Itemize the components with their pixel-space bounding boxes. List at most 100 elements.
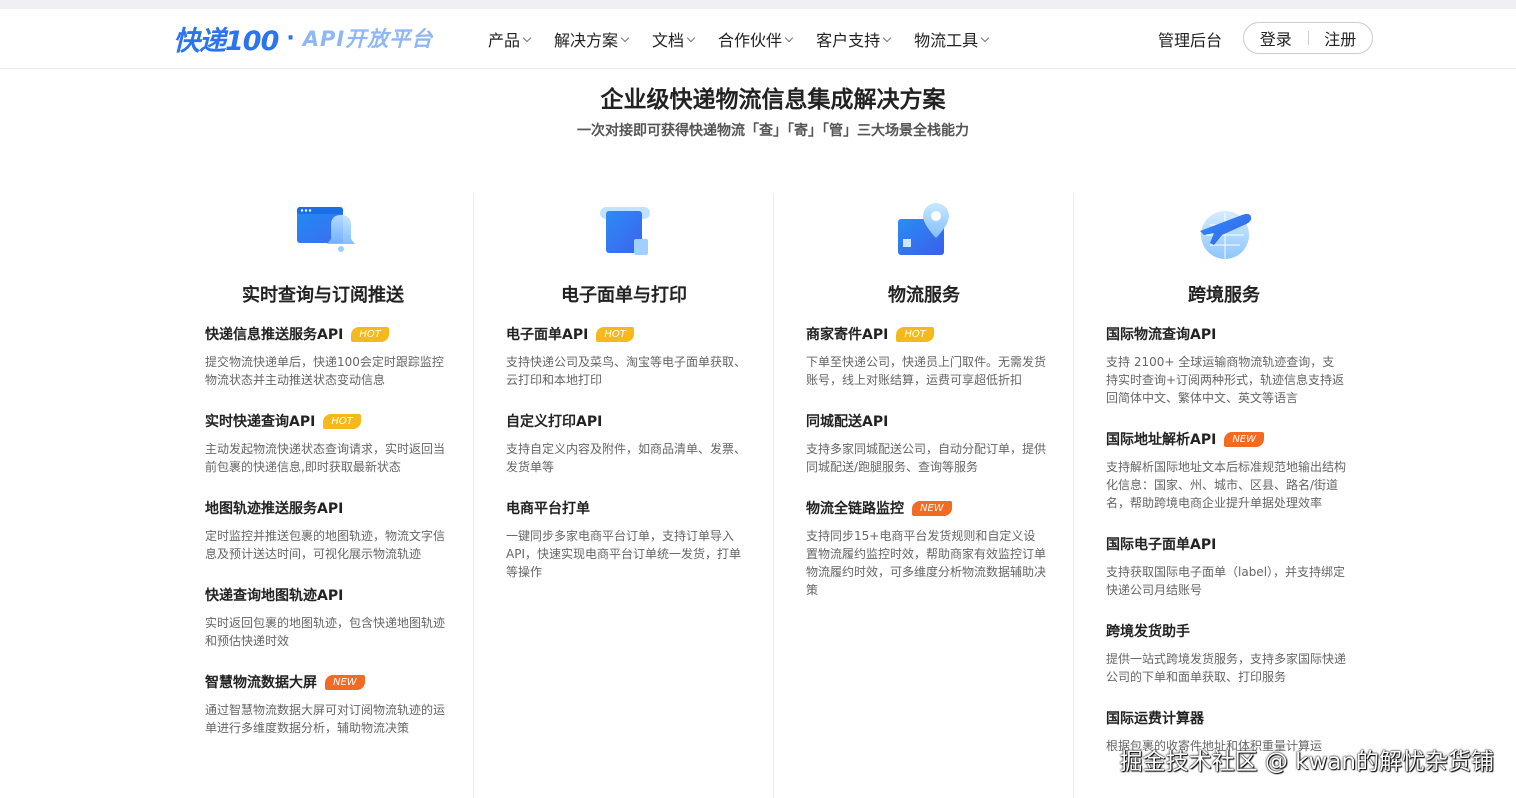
- nav-item-solutions[interactable]: 解决方案: [554, 27, 630, 51]
- hot-badge: HOT: [323, 413, 361, 429]
- item-title[interactable]: 国际物流查询API: [1106, 324, 1216, 344]
- column-title: 跨境服务: [1188, 285, 1260, 306]
- item-desc: 定时监控并推送包裹的地图轨迹，物流文字信息及预计送达时间，可视化展示物流轨迹: [205, 529, 446, 561]
- register-button[interactable]: 注册: [1309, 26, 1373, 50]
- nav-item-docs[interactable]: 文档: [652, 27, 696, 51]
- item-desc: 支持获取国际电子面单（label），并支持绑定快递公司月结账号: [1106, 565, 1346, 597]
- item-desc: 一键同步多家电商平台订单，支持订单导入API，快速实现电商平台订单统一发货，打单…: [506, 529, 741, 579]
- watermark: 掘金技术社区 @ kwan的解忧杂货铺: [1119, 749, 1494, 775]
- logo-sub-text: API开放平台: [302, 27, 434, 51]
- nav-label: 文档: [652, 31, 685, 50]
- list-item[interactable]: 物流全链路监控 NEW 支持同步15+电商平台发货规则和自定义设置物流履约监控时效…: [806, 499, 1046, 599]
- item-title[interactable]: 国际地址解析API: [1106, 429, 1216, 449]
- chevron-down-icon: [784, 33, 794, 42]
- item-desc: 提供一站式跨境发货服务，支持多家国际快递公司的下单和面单获取、打印服务: [1106, 652, 1347, 684]
- item-desc: 支持多家同城配送公司，自动分配订单，提供同城配送/跑腿服务、查询等服务: [806, 442, 1047, 474]
- page-title: 企业级快递物流信息集成解决方案: [600, 87, 946, 113]
- nav-item-partners[interactable]: 合作伙伴: [718, 27, 794, 51]
- auth-group: 登录 注册: [1243, 22, 1373, 54]
- item-title[interactable]: 同城配送API: [806, 411, 888, 431]
- api-list: 国际物流查询API 支持 2100+ 全球运输商物流轨迹查询，支持实时查询+订阅…: [1106, 325, 1346, 778]
- column-title: 实时查询与订阅推送: [242, 285, 404, 306]
- nav-label: 产品: [488, 31, 521, 50]
- list-item[interactable]: 快递查询地图轨迹API 实时返回包裹的地图轨迹，包含快递地图轨迹和预估快递时效: [205, 586, 445, 650]
- item-desc: 下单至快递公司，快递员上门取件。无需发货账号，线上对账结算，运费可享超低折扣: [806, 355, 1047, 387]
- site-logo[interactable]: 快递100 · API开放平台: [173, 20, 434, 57]
- item-title[interactable]: 物流全链路监控: [806, 498, 904, 518]
- item-desc: 提交物流快递单后，快递100会定时跟踪监控物流状态并主动推送状态变动信息: [205, 355, 444, 387]
- chevron-down-icon: [522, 33, 532, 42]
- column-e-waybill: 电子面单与打印 电子面单API HOT 支持快递公司及菜鸟、淘宝等电子面单获取、云…: [473, 193, 773, 798]
- list-item[interactable]: 商家寄件API HOT 下单至快递公司，快递员上门取件。无需发货账号，线上对账结算…: [806, 325, 1046, 389]
- list-item[interactable]: 自定义打印API 支持自定义内容及附件，如商品清单、发票、发货单等: [506, 412, 746, 476]
- nav-item-support[interactable]: 客户支持: [816, 27, 892, 51]
- new-badge: NEW: [1224, 431, 1264, 447]
- chevron-down-icon: [882, 33, 892, 42]
- item-title[interactable]: 实时快递查询API: [205, 411, 315, 431]
- list-item[interactable]: 国际地址解析API NEW 支持解析国际地址文本后标准规范地输出结构化信息：国家、…: [1106, 430, 1346, 512]
- new-badge: NEW: [912, 500, 952, 516]
- api-list: 商家寄件API HOT 下单至快递公司，快递员上门取件。无需发货账号，线上对账结算…: [806, 325, 1046, 622]
- item-title[interactable]: 电子面单API: [506, 324, 588, 344]
- column-logistics-services: 物流服务 商家寄件API HOT 下单至快递公司，快递员上门取件。无需发货账号，线…: [773, 193, 1073, 798]
- item-desc: 通过智慧物流数据大屏可对订阅物流轨迹的运单进行多维度数据分析，辅助物流决策: [205, 703, 446, 735]
- list-item[interactable]: 国际物流查询API 支持 2100+ 全球运输商物流轨迹查询，支持实时查询+订阅…: [1106, 325, 1346, 407]
- admin-link[interactable]: 管理后台: [1158, 27, 1222, 51]
- hot-badge: HOT: [596, 326, 634, 342]
- item-title[interactable]: 自定义打印API: [506, 411, 602, 431]
- item-desc: 支持快递公司及菜鸟、淘宝等电子面单获取、云打印和本地打印: [506, 355, 747, 387]
- airplane-globe-icon: [1200, 211, 1252, 259]
- list-item[interactable]: 同城配送API 支持多家同城配送公司，自动分配订单，提供同城配送/跑腿服务、查询…: [806, 412, 1046, 476]
- browser-top-strip: [0, 0, 1516, 9]
- item-title[interactable]: 跨境发货助手: [1106, 621, 1190, 641]
- nav-label: 解决方案: [554, 31, 619, 50]
- item-title[interactable]: 快递信息推送服务API: [205, 324, 343, 344]
- item-title[interactable]: 国际运费计算器: [1106, 708, 1204, 728]
- chevron-down-icon: [620, 33, 630, 42]
- item-desc: 支持 2100+ 全球运输商物流轨迹查询，支持实时查询+订阅两种形式，轨迹信息支…: [1106, 355, 1345, 405]
- item-desc: 实时返回包裹的地图轨迹，包含快递地图轨迹和预估快递时效: [205, 616, 446, 648]
- api-list: 电子面单API HOT 支持快递公司及菜鸟、淘宝等电子面单获取、云打印和本地打印 …: [506, 325, 746, 604]
- item-desc: 支持自定义内容及附件，如商品清单、发票、发货单等: [506, 442, 747, 474]
- document-scroll-icon: [600, 207, 650, 255]
- nav-item-tools[interactable]: 物流工具: [914, 27, 990, 51]
- column-title: 电子面单与打印: [561, 285, 687, 306]
- nav-label: 合作伙伴: [718, 31, 783, 50]
- new-badge: NEW: [325, 674, 365, 690]
- list-item[interactable]: 国际电子面单API 支持获取国际电子面单（label），并支持绑定快递公司月结账…: [1106, 535, 1346, 599]
- logo-dot: ·: [286, 25, 295, 51]
- list-item[interactable]: 电商平台打单 一键同步多家电商平台订单，支持订单导入API，快速实现电商平台订单…: [506, 499, 746, 581]
- page-subtitle: 一次对接即可获得快递物流「查」「寄」「管」三大场景全栈能力: [577, 123, 969, 139]
- column-realtime-query: 实时查询与订阅推送 快递信息推送服务API HOT 提交物流快递单后，快递100会…: [173, 193, 473, 798]
- item-title[interactable]: 电商平台打单: [506, 498, 590, 518]
- item-title[interactable]: 国际电子面单API: [1106, 534, 1216, 554]
- nav-label: 物流工具: [914, 31, 979, 50]
- chevron-down-icon: [980, 33, 990, 42]
- list-item[interactable]: 快递信息推送服务API HOT 提交物流快递单后，快递100会定时跟踪监控物流状态…: [205, 325, 445, 389]
- bell-window-icon: [297, 207, 355, 252]
- item-desc: 支持解析国际地址文本后标准规范地输出结构化信息：国家、州、城市、区县、路名/街道…: [1106, 460, 1347, 510]
- list-item[interactable]: 电子面单API HOT 支持快递公司及菜鸟、淘宝等电子面单获取、云打印和本地打印: [506, 325, 746, 389]
- hot-badge: HOT: [351, 326, 389, 342]
- list-item[interactable]: 跨境发货助手 提供一站式跨境发货服务，支持多家国际快递公司的下单和面单获取、打印…: [1106, 622, 1346, 686]
- api-list: 快递信息推送服务API HOT 提交物流快递单后，快递100会定时跟踪监控物流状态…: [205, 325, 445, 760]
- list-item[interactable]: 地图轨迹推送服务API 定时监控并推送包裹的地图轨迹，物流文字信息及预计送达时间…: [205, 499, 445, 563]
- item-title[interactable]: 地图轨迹推送服务API: [205, 498, 343, 518]
- logo-main-text: 快递100: [173, 25, 279, 57]
- item-title[interactable]: 智慧物流数据大屏: [205, 672, 317, 692]
- chevron-down-icon: [686, 33, 696, 42]
- login-button[interactable]: 登录: [1244, 26, 1308, 50]
- nav-item-products[interactable]: 产品: [488, 27, 532, 51]
- item-desc: 支持同步15+电商平台发货规则和自定义设置物流履约监控时效，帮助商家有效监控订单…: [806, 529, 1047, 597]
- site-header: 快递100 · API开放平台 产品 解决方案 文档 合作伙伴 客户支持 物流工…: [0, 9, 1516, 69]
- hot-badge: HOT: [896, 326, 934, 342]
- column-cross-border: 跨境服务 国际物流查询API 支持 2100+ 全球运输商物流轨迹查询，支持实时…: [1073, 193, 1373, 798]
- list-item[interactable]: 实时快递查询API HOT 主动发起物流快递状态查询请求，实时返回当前包裹的快递信…: [205, 412, 445, 476]
- map-pin-icon: [898, 203, 949, 255]
- item-title[interactable]: 快递查询地图轨迹API: [205, 585, 343, 605]
- main-nav: 产品 解决方案 文档 合作伙伴 客户支持 物流工具: [488, 27, 1012, 51]
- nav-label: 客户支持: [816, 31, 881, 50]
- list-item[interactable]: 智慧物流数据大屏 NEW 通过智慧物流数据大屏可对订阅物流轨迹的运单进行多维度数据…: [205, 673, 445, 737]
- item-desc: 主动发起物流快递状态查询请求，实时返回当前包裹的快递信息,即时获取最新状态: [205, 442, 446, 474]
- item-title[interactable]: 商家寄件API: [806, 324, 888, 344]
